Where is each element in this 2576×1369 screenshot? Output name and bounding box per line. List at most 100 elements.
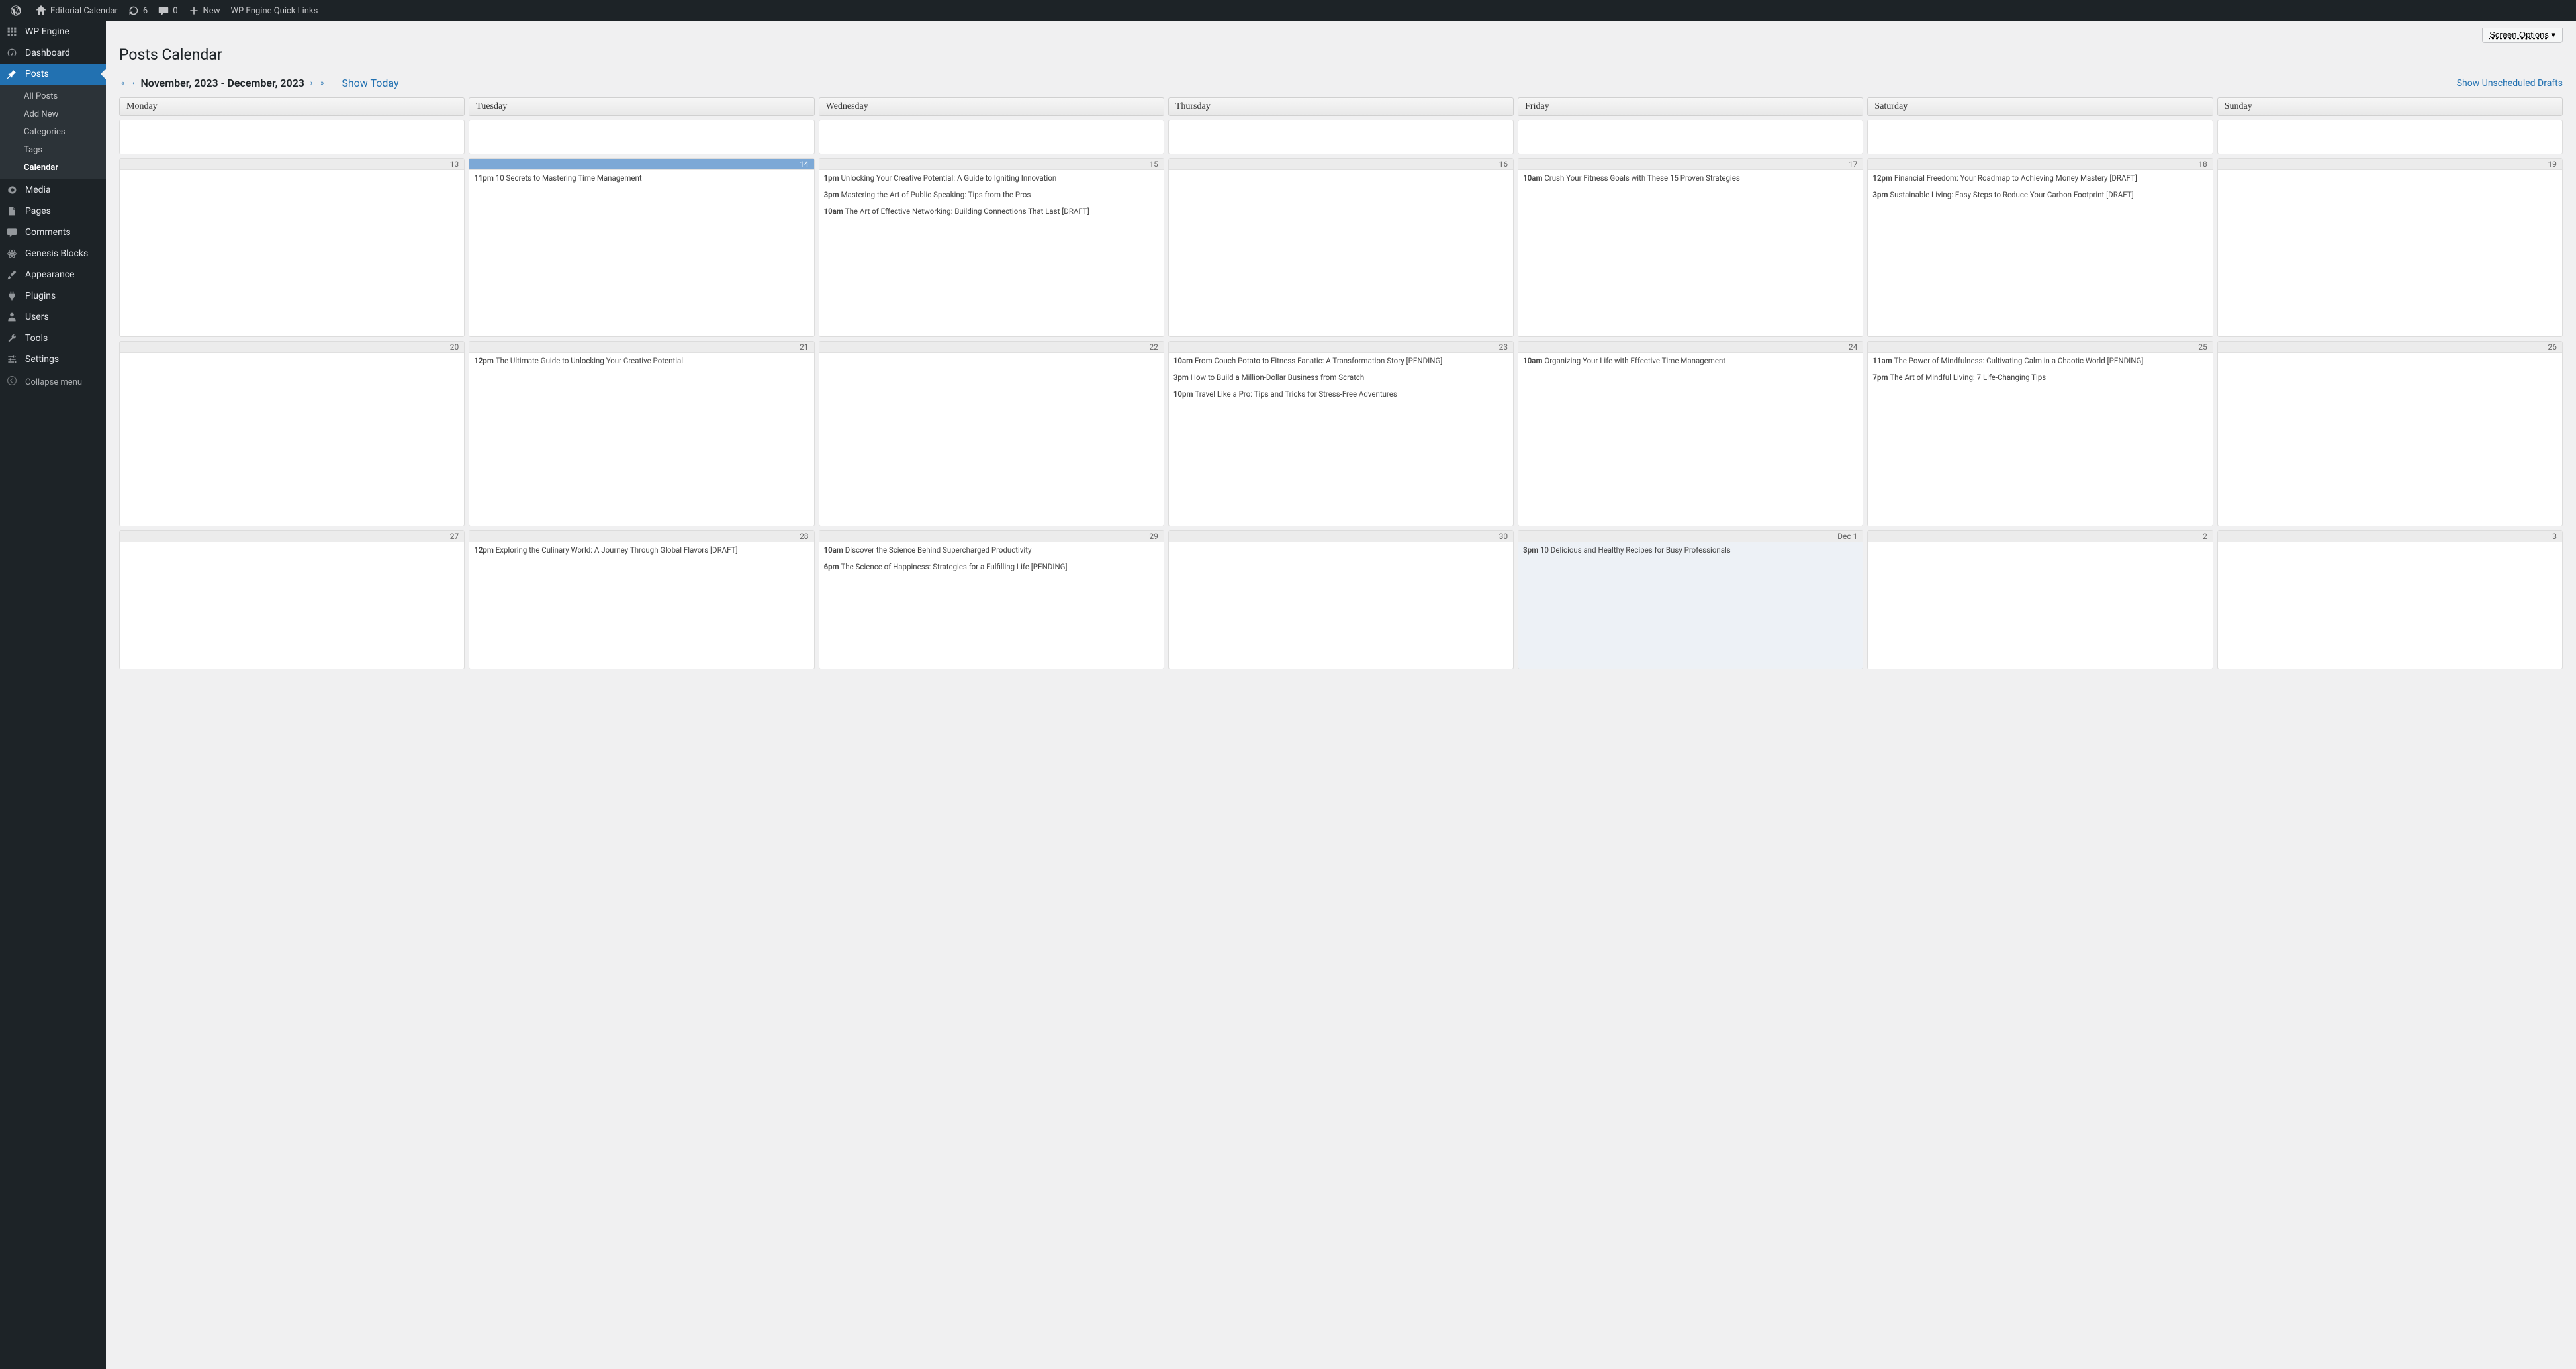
calendar-post[interactable]: 12pm Financial Freedom: Your Roadmap to …: [1868, 170, 2212, 187]
day-cell[interactable]: 13: [119, 158, 465, 337]
day-cell[interactable]: 26: [2217, 341, 2563, 526]
calendar-post[interactable]: 10am The Art of Effective Networking: Bu…: [819, 203, 1164, 220]
day-cell[interactable]: 22: [819, 341, 1164, 526]
day-cell[interactable]: [119, 120, 465, 154]
sub-all-posts[interactable]: All Posts: [0, 87, 106, 105]
day-cell[interactable]: 2511am The Power of Mindfulness: Cultiva…: [1867, 341, 2213, 526]
grid-icon: [7, 26, 20, 37]
day-cell[interactable]: 151pm Unlocking Your Creative Potential:…: [819, 158, 1164, 337]
day-number: 25: [1868, 342, 2212, 353]
calendar-post[interactable]: 1pm Unlocking Your Creative Potential: A…: [819, 170, 1164, 187]
updates-link[interactable]: 6: [123, 0, 153, 21]
day-cell[interactable]: [819, 120, 1164, 154]
day-number: 30: [1169, 531, 1513, 542]
day-cell[interactable]: 16: [1168, 158, 1514, 337]
day-number: 19: [2218, 159, 2562, 170]
nav-prev[interactable]: ‹: [130, 79, 136, 87]
day-cell[interactable]: 1812pm Financial Freedom: Your Roadmap t…: [1867, 158, 2213, 337]
menu-posts[interactable]: Posts: [0, 64, 106, 85]
post-title: Financial Freedom: Your Roadmap to Achie…: [1894, 173, 2137, 183]
screen-options-button[interactable]: Screen Options ▾: [2482, 28, 2563, 43]
day-cell[interactable]: Dec 13pm 10 Delicious and Healthy Recipe…: [1518, 530, 1863, 669]
menu-media[interactable]: Media: [0, 179, 106, 201]
day-cell[interactable]: [2217, 120, 2563, 154]
day-cell[interactable]: 1411pm 10 Secrets to Mastering Time Mana…: [469, 158, 814, 337]
sub-categories[interactable]: Categories: [0, 123, 106, 141]
day-cell[interactable]: 3: [2217, 530, 2563, 669]
show-drafts-link[interactable]: Show Unscheduled Drafts: [2457, 78, 2563, 89]
menu-plugins[interactable]: Plugins: [0, 285, 106, 307]
calendar-post[interactable]: 10pm Travel Like a Pro: Tips and Tricks …: [1169, 386, 1513, 402]
sub-calendar[interactable]: Calendar: [0, 159, 106, 177]
day-cell[interactable]: 1710am Crush Your Fitness Goals with The…: [1518, 158, 1863, 337]
calendar-post[interactable]: 10am Crush Your Fitness Goals with These…: [1518, 170, 1863, 187]
menu-comments[interactable]: Comments: [0, 222, 106, 243]
post-title: 10 Secrets to Mastering Time Management: [496, 173, 642, 183]
plus-icon: [189, 5, 199, 16]
day-number: Dec 1: [1518, 531, 1863, 542]
nav-last[interactable]: »: [318, 79, 326, 87]
menu-genesis[interactable]: Genesis Blocks: [0, 243, 106, 264]
day-number: 23: [1169, 342, 1513, 353]
wp-logo[interactable]: [5, 0, 30, 21]
show-today-link[interactable]: Show Today: [342, 77, 398, 89]
calendar-post[interactable]: 12pm Exploring the Culinary World: A Jou…: [469, 542, 813, 559]
post-title: How to Build a Million-Dollar Business f…: [1191, 373, 1364, 382]
day-cell[interactable]: 2: [1867, 530, 2213, 669]
calendar-post[interactable]: 11pm 10 Secrets to Mastering Time Manage…: [469, 170, 813, 187]
day-cell[interactable]: 2910am Discover the Science Behind Super…: [819, 530, 1164, 669]
menu-dashboard[interactable]: Dashboard: [0, 42, 106, 64]
nav-next[interactable]: ›: [308, 79, 314, 87]
calendar-post[interactable]: 10am Discover the Science Behind Superch…: [819, 542, 1164, 559]
day-cell[interactable]: [469, 120, 814, 154]
admin-sidebar: WP Engine Dashboard Posts All Posts Add …: [0, 21, 106, 1369]
collapse-icon: [7, 375, 20, 389]
post-title: The Science of Happiness: Strategies for…: [841, 562, 1067, 571]
atom-icon: [7, 248, 20, 259]
day-cell[interactable]: 27: [119, 530, 465, 669]
post-time: 3pm: [1872, 190, 1890, 199]
calendar-post[interactable]: 12pm The Ultimate Guide to Unlocking You…: [469, 353, 813, 369]
day-number: 24: [1518, 342, 1863, 353]
menu-settings[interactable]: Settings: [0, 349, 106, 370]
day-cell[interactable]: 2310am From Couch Potato to Fitness Fana…: [1168, 341, 1514, 526]
day-cell[interactable]: 2410am Organizing Your Life with Effecti…: [1518, 341, 1863, 526]
calendar-post[interactable]: 7pm The Art of Mindful Living: 7 Life-Ch…: [1868, 369, 2212, 386]
calendar-post[interactable]: 10am From Couch Potato to Fitness Fanati…: [1169, 353, 1513, 369]
dashboard-icon: [7, 48, 20, 58]
day-cell[interactable]: 30: [1168, 530, 1514, 669]
sliders-icon: [7, 354, 20, 365]
day-number: 27: [120, 531, 464, 542]
page-icon: [7, 206, 20, 216]
menu-appearance[interactable]: Appearance: [0, 264, 106, 285]
day-cell[interactable]: 2812pm Exploring the Culinary World: A J…: [469, 530, 814, 669]
menu-users[interactable]: Users: [0, 307, 106, 328]
site-link[interactable]: Editorial Calendar: [30, 0, 123, 21]
post-time: 3pm: [1173, 373, 1191, 382]
day-cell[interactable]: 19: [2217, 158, 2563, 337]
calendar-post[interactable]: 6pm The Science of Happiness: Strategies…: [819, 559, 1164, 575]
calendar-post[interactable]: 10am Organizing Your Life with Effective…: [1518, 353, 1863, 369]
sub-add-new[interactable]: Add New: [0, 105, 106, 123]
calendar-post[interactable]: 3pm Sustainable Living: Easy Steps to Re…: [1868, 187, 2212, 203]
new-link[interactable]: New: [183, 0, 226, 21]
menu-wp-engine[interactable]: WP Engine: [0, 21, 106, 42]
calendar-post[interactable]: 3pm 10 Delicious and Healthy Recipes for…: [1518, 542, 1863, 559]
calendar-post[interactable]: 3pm Mastering the Art of Public Speaking…: [819, 187, 1164, 203]
day-number: 21: [469, 342, 813, 353]
day-cell[interactable]: 2112pm The Ultimate Guide to Unlocking Y…: [469, 341, 814, 526]
calendar-post[interactable]: 3pm How to Build a Million-Dollar Busine…: [1169, 369, 1513, 386]
day-cell[interactable]: [1168, 120, 1514, 154]
day-cell[interactable]: [1867, 120, 2213, 154]
day-cell[interactable]: [1518, 120, 1863, 154]
calendar-post[interactable]: 11am The Power of Mindfulness: Cultivati…: [1868, 353, 2212, 369]
day-cell[interactable]: 20: [119, 341, 465, 526]
menu-pages[interactable]: Pages: [0, 201, 106, 222]
quicklinks[interactable]: WP Engine Quick Links: [225, 0, 323, 21]
screen-options-wrap: Screen Options ▾: [119, 28, 2563, 43]
nav-first[interactable]: «: [119, 79, 126, 87]
comments-link[interactable]: 0: [153, 0, 183, 21]
menu-tools[interactable]: Tools: [0, 328, 106, 349]
collapse-menu[interactable]: Collapse menu: [0, 370, 106, 394]
sub-tags[interactable]: Tags: [0, 141, 106, 159]
